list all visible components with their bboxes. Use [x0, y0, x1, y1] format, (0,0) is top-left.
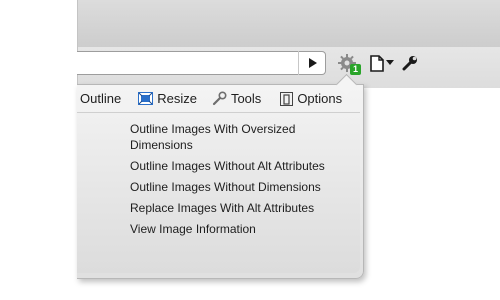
submenu-item-replace-with-alt[interactable]: Replace Images With Alt Attributes: [130, 200, 355, 216]
page-menu-button[interactable]: [367, 50, 397, 76]
menu-item-tools-label: Tools: [230, 91, 262, 106]
wrench-icon: [402, 56, 417, 71]
address-bar[interactable]: [77, 51, 326, 75]
images-submenu-list: Outline Images With Oversized Dimensions…: [130, 121, 355, 242]
go-arrow-icon: [309, 58, 317, 68]
web-developer-menu-bar: Outline Resize Tools Options: [77, 85, 363, 112]
go-button[interactable]: [298, 51, 327, 75]
settings-wrench-button[interactable]: [399, 50, 421, 76]
submenu-item-outline-oversized[interactable]: Outline Images With Oversized Dimensions: [130, 121, 355, 153]
menu-item-outline-label: Outline: [80, 91, 122, 106]
submenu-item-outline-without-alt[interactable]: Outline Images Without Alt Attributes: [130, 158, 355, 174]
options-icon: [280, 91, 294, 106]
page-icon: [370, 54, 384, 72]
chevron-down-icon: [386, 60, 394, 65]
submenu-item-outline-without-dimensions[interactable]: Outline Images Without Dimensions: [130, 179, 355, 195]
menu-item-options[interactable]: Options: [280, 91, 342, 106]
menu-item-resize[interactable]: Resize: [138, 91, 197, 106]
extension-badge: 1: [350, 64, 361, 75]
wrench-icon: [212, 91, 227, 106]
menu-item-outline[interactable]: Outline: [80, 91, 121, 106]
menu-item-options-label: Options: [297, 91, 343, 106]
menu-item-tools[interactable]: Tools: [212, 91, 261, 106]
menu-item-resize-label: Resize: [157, 91, 197, 106]
resize-icon: [138, 92, 154, 105]
submenu-item-view-image-information[interactable]: View Image Information: [130, 221, 355, 237]
